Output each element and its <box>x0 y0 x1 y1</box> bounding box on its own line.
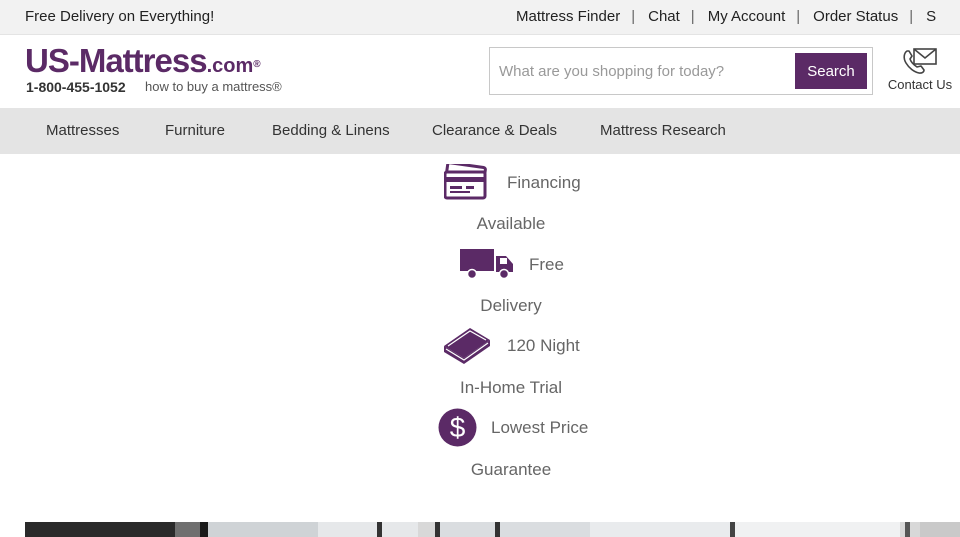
feature-free-delivery: Free <box>0 248 960 288</box>
site-logo[interactable]: US-Mattress.com® 1-800-455-1052 how to b… <box>25 43 290 98</box>
logo-phone-number: 1-800-455-1052 <box>26 79 126 95</box>
hero-image[interactable] <box>25 522 960 537</box>
phone-envelope-icon <box>903 48 937 74</box>
svg-text:$: $ <box>450 412 466 443</box>
value-propositions: Financing Available Free Delivery 120 Ni… <box>0 154 960 514</box>
logo-registered-mark: ® <box>253 59 260 70</box>
feature-lowest-price-line1: Lowest Price <box>491 418 589 437</box>
search-input[interactable] <box>490 48 790 94</box>
nav-item-mattresses[interactable]: Mattresses <box>46 122 119 139</box>
logo-wordmark: US-Mattress.com® <box>25 42 261 84</box>
feature-lowest-price-line2: Guarantee <box>470 460 552 479</box>
order-status-link[interactable]: Order Status <box>813 8 898 25</box>
search-form: Search <box>489 47 873 95</box>
top-utility-bar: Free Delivery on Everything! Mattress Fi… <box>0 0 960 35</box>
hero-image-window <box>208 522 318 537</box>
truncated-top-link[interactable]: S <box>926 8 936 25</box>
feature-trial: 120 Night <box>0 326 960 366</box>
nav-item-clearance-deals[interactable]: Clearance & Deals <box>432 122 557 139</box>
feature-free-delivery-line2: Delivery <box>480 296 542 315</box>
free-delivery-promo: Free Delivery on Everything! <box>25 8 215 25</box>
top-links: Mattress Finder | Chat | My Account | Or… <box>516 8 936 25</box>
feature-financing-line2: Available <box>476 214 546 233</box>
separator: | <box>796 8 801 25</box>
hero-image-frame <box>495 522 500 537</box>
delivery-truck-icon <box>460 249 513 280</box>
main-nav: Mattresses Furniture Bedding & Linens Cl… <box>0 108 960 154</box>
separator: | <box>909 8 914 25</box>
hero-image-window <box>318 522 418 537</box>
feature-financing: Financing <box>0 164 960 204</box>
nav-item-mattress-research[interactable]: Mattress Research <box>600 122 726 139</box>
feature-trial-line1: 120 Night <box>507 336 580 355</box>
search-button[interactable]: Search <box>795 53 867 89</box>
nav-item-furniture[interactable]: Furniture <box>165 122 225 139</box>
contact-us-label: Contact Us <box>887 77 953 92</box>
hero-image-window <box>440 522 590 537</box>
nav-item-bedding-linens[interactable]: Bedding & Linens <box>272 122 390 139</box>
logo-tld: .com <box>206 55 254 77</box>
separator: | <box>690 8 695 25</box>
feature-lowest-price: $ Lowest Price <box>0 408 960 448</box>
logo-tagline: how to buy a mattress® <box>145 79 282 94</box>
my-account-link[interactable]: My Account <box>708 8 786 25</box>
logo-brand: US-Mattress <box>25 42 208 79</box>
credit-card-icon <box>444 164 487 200</box>
hero-image-frame <box>905 522 910 537</box>
hero-image-frame <box>377 522 382 537</box>
hero-image-stripe <box>175 522 200 537</box>
mattress-icon <box>444 328 490 364</box>
feature-trial-line2: In-Home Trial <box>459 378 563 397</box>
separator: | <box>631 8 636 25</box>
chat-link[interactable]: Chat <box>648 8 680 25</box>
hero-image-stripe <box>200 522 208 537</box>
hero-image-wall <box>920 522 960 537</box>
hero-image-dark-area <box>25 522 175 537</box>
hero-image-window <box>590 522 730 537</box>
hero-image-window <box>735 522 900 537</box>
mattress-finder-link[interactable]: Mattress Finder <box>516 8 620 25</box>
feature-financing-line1: Financing <box>507 173 581 192</box>
contact-us-button[interactable]: Contact Us <box>880 47 960 97</box>
site-header: US-Mattress.com® 1-800-455-1052 how to b… <box>0 35 960 108</box>
feature-free-delivery-line1: Free <box>529 255 564 274</box>
dollar-coin-icon: $ <box>438 408 477 447</box>
